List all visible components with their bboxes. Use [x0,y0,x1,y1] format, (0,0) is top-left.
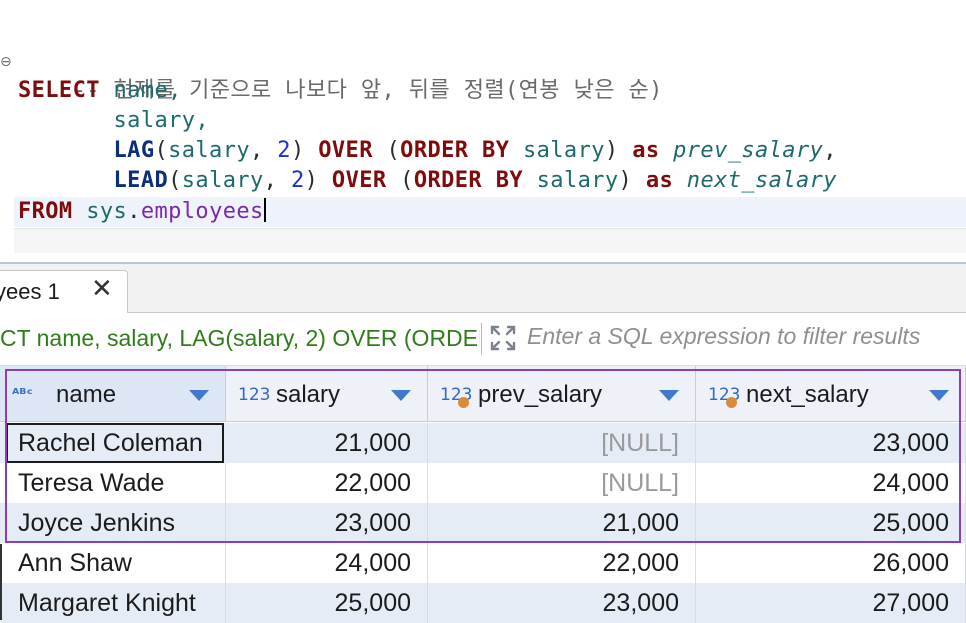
editor-line-salary: salary, [18,106,209,136]
cell-salary[interactable]: 22,000 [226,463,428,503]
sql-function-lead: LEAD [113,168,169,193]
cell-next-salary[interactable]: 26,000 [696,543,966,583]
filter-input[interactable] [527,323,966,350]
sql-keyword-order-by: ORDER BY [400,138,510,163]
sql-paren: ) [604,138,619,163]
sql-paren: ( [168,168,182,193]
editor-line-lead: LEAD(salary, 2) OVER (ORDER BY salary) a… [18,166,837,196]
cell-prev-salary[interactable]: 21,000 [428,503,696,543]
cell-next-salary[interactable]: 24,000 [696,463,966,503]
cell-next-salary[interactable]: 25,000 [696,503,966,543]
close-icon[interactable]: ✕ [91,274,113,304]
cell-prev-salary[interactable]: 22,000 [428,543,696,583]
sort-dropdown-icon[interactable] [659,390,679,401]
expand-icon[interactable] [488,323,518,353]
sql-column-salary: salary, [113,108,210,133]
row-indicator [0,544,2,620]
calculated-column-icon [458,397,469,408]
column-header-label: salary [276,381,341,408]
cell-name[interactable]: Margaret Knight [6,583,226,623]
column-header-name[interactable]: ᴬᴮᶜ name [0,366,226,422]
cell-salary[interactable]: 24,000 [226,543,428,583]
editor-line-lag: LAG(salary, 2) OVER (ORDER BY salary) as… [113,138,837,163]
filter-bar: CT name, salary, LAG(salary, 2) OVER (OR… [0,313,966,366]
column-header-salary[interactable]: 123 salary [226,366,428,422]
cell-name[interactable]: Teresa Wade [6,463,226,503]
column-header-label: prev_salary [478,381,603,408]
sql-offset: 2 [277,138,291,163]
sql-arg-salary: salary [181,168,264,193]
table-row[interactable]: Teresa Wade 22,000 [NULL] 24,000 [0,463,966,503]
sql-comma: , [250,138,278,163]
sql-paren: ) [290,138,305,163]
results-tab-label: yees 1 [0,279,60,304]
cell-prev-salary[interactable]: [NULL] [428,423,696,463]
sql-keyword-select: SELECT [18,78,100,103]
sql-arg-salary: salary [523,138,605,163]
sql-paren: ( [154,138,169,163]
sql-paren: ( [400,168,414,193]
sql-paren: ) [304,168,319,193]
table-row[interactable]: Margaret Knight 25,000 23,000 27,000 [0,583,966,623]
sql-dot: . [127,199,141,224]
table-row[interactable]: Joyce Jenkins 23,000 21,000 25,000 [0,503,966,543]
sql-offset: 2 [290,168,305,193]
fold-toggle-icon[interactable]: ⊖ [0,54,12,70]
filter-divider [481,323,482,355]
sql-keyword-as: as [632,138,660,163]
sql-table: employees [140,199,264,224]
sort-dropdown-icon[interactable] [189,390,209,401]
column-header-next-salary[interactable]: 123 next_salary [696,366,966,422]
sql-keyword-from: FROM [18,199,73,224]
query-text: CT name, salary, LAG(salary, 2) OVER (OR… [0,325,480,351]
sql-keyword-over: OVER [331,168,387,193]
sql-arg-salary: salary [168,138,250,163]
cell-name[interactable]: Rachel Coleman [6,423,224,463]
results-tab-bar: yees 1 ✕ [0,264,966,314]
sort-dropdown-icon[interactable] [929,390,949,401]
column-header-prev-salary[interactable]: 123 prev_salary [428,366,696,422]
sql-keyword-over: OVER [318,138,373,163]
table-row[interactable]: Rachel Coleman 21,000 [NULL] 23,000 [0,423,966,463]
cell-salary[interactable]: 21,000 [226,423,428,463]
number-type-icon: 123 [238,385,271,405]
cell-prev-salary[interactable]: [NULL] [428,463,696,503]
cell-salary[interactable]: 25,000 [226,583,428,623]
cell-name[interactable]: Ann Shaw [6,543,226,583]
sql-column-name: name, [113,78,182,103]
sql-function-lag: LAG [113,138,155,163]
cell-prev-salary[interactable]: 23,000 [428,583,696,623]
cell-name[interactable]: Joyce Jenkins [6,503,226,543]
sql-alias-next: next_salary [686,168,837,193]
sql-keyword-as: as [645,168,674,193]
cell-salary[interactable]: 23,000 [226,503,428,543]
cell-next-salary[interactable]: 23,000 [696,423,966,463]
text-type-icon: ᴬᴮᶜ [12,385,33,403]
column-header-label: name [56,381,117,408]
sql-paren: ( [386,138,401,163]
column-header-label: next_salary [746,381,869,408]
sql-editor[interactable]: ⊖ -- 현재를 기준으로 나보다 앞, 뒤를 정렬(연봉 낮은 순) SELE… [0,0,966,262]
results-tab[interactable]: yees 1 ✕ [0,270,128,314]
sql-keyword-order-by: ORDER BY [413,168,523,193]
sql-arg-salary: salary [536,168,619,193]
cell-next-salary[interactable]: 27,000 [696,583,966,623]
calculated-column-icon [726,397,737,408]
sql-alias-prev: prev_salary [673,138,824,163]
table-row[interactable]: Ann Shaw 24,000 22,000 26,000 [0,543,966,583]
editor-blank-area[interactable] [14,228,966,253]
sql-paren: ) [618,168,633,193]
results-grid[interactable]: ᴬᴮᶜ name 123 salary 123 prev_salary 123 … [0,366,966,623]
sql-schema: sys [86,199,128,224]
editor-line-from: FROM sys.employees [18,197,266,227]
editor-line-comment: -- 현재를 기준으로 나보다 앞, 뒤를 정렬(연봉 낮은 순) [18,46,663,103]
text-caret [263,198,266,222]
sql-comma: , [263,168,291,193]
editor-line-select: SELECT name, [18,76,182,106]
sort-dropdown-icon[interactable] [391,390,411,401]
